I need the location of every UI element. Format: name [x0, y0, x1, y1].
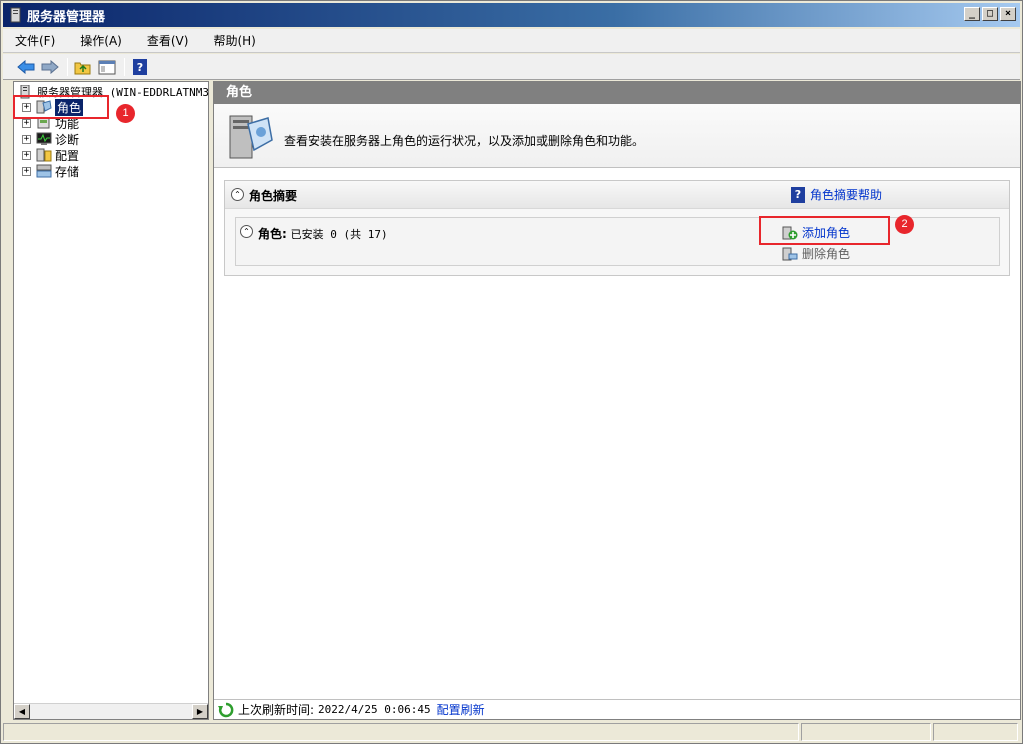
expand-icon[interactable]: +: [22, 150, 31, 160]
roles-status-label: 角色:: [258, 227, 287, 241]
console-tree: 服务器管理器 (WIN-EDDRLATNM3 + 角色 + 功能 + 诊断 + …: [13, 81, 209, 720]
menu-help[interactable]: 帮助(H): [209, 30, 259, 51]
minimize-button[interactable]: _: [964, 7, 980, 21]
refresh-bar: 上次刷新时间: 2022/4/25 0:06:45 配置刷新: [214, 699, 1020, 719]
details-pane: 角色 查看安装在服务器上角色的运行状况，以及添加或删除角色和功能。 ⌃ 角色摘要…: [213, 81, 1021, 720]
window-title: 服务器管理器: [27, 9, 106, 25]
tree-item-label: 配置: [55, 148, 80, 163]
storage-icon: [36, 164, 52, 178]
roles-intro: 查看安装在服务器上角色的运行状况，以及添加或删除角色和功能。: [214, 104, 1020, 168]
roles-status-value: 已安装 0 (共 17): [290, 228, 388, 241]
maximize-button[interactable]: □: [982, 7, 998, 21]
help-button[interactable]: ?: [129, 57, 151, 77]
toolbar: ?: [3, 54, 1020, 80]
roles-summary-header: ⌃ 角色摘要 ? 角色摘要帮助: [225, 181, 1009, 209]
roles-summary-section: ⌃ 角色摘要 ? 角色摘要帮助 ⌃ 角色: 已安装 0 (共 17) 添加角色 …: [224, 180, 1010, 276]
menu-action[interactable]: 操作(A): [76, 30, 126, 51]
server-manager-window: 服务器管理器 _ □ × 文件(F) 操作(A) 查看(V) 帮助(H) ? 服…: [0, 0, 1023, 744]
window-controls: _ □ ×: [964, 7, 1016, 21]
status-cell: [801, 723, 931, 741]
tree-item-storage[interactable]: + 存储: [22, 163, 79, 179]
tree-item-configuration[interactable]: + 配置: [22, 147, 79, 163]
refresh-icon: [218, 702, 234, 717]
up-level-button[interactable]: [72, 57, 94, 77]
tree-item-label: 诊断: [55, 132, 80, 147]
details-header: 角色: [214, 82, 1020, 104]
annotation-box-roles: [13, 95, 109, 119]
folder-up-icon: [74, 62, 91, 74]
configure-refresh-link[interactable]: 配置刷新: [437, 701, 485, 718]
last-refresh-label: 上次刷新时间:: [238, 703, 315, 717]
roles-summary-title: 角色摘要: [249, 189, 298, 203]
scroll-left-button[interactable]: ◀: [14, 704, 30, 719]
expand-icon[interactable]: +: [22, 118, 31, 128]
status-cell: [933, 723, 1018, 741]
remove-roles-label: 删除角色: [802, 247, 851, 261]
tree-item-label: 存储: [55, 164, 80, 179]
menu-view[interactable]: 查看(V): [143, 30, 193, 51]
title-bar: 服务器管理器 _ □ ×: [3, 3, 1020, 27]
menu-file[interactable]: 文件(F): [11, 30, 59, 51]
remove-roles-link[interactable]: 删除角色: [782, 245, 850, 262]
status-bar: [3, 723, 1020, 743]
roles-intro-text: 查看安装在服务器上角色的运行状况，以及添加或删除角色和功能。: [284, 134, 645, 148]
status-cell: [3, 723, 799, 741]
svg-text:?: ?: [137, 61, 143, 74]
annotation-box-add-roles: [759, 216, 890, 245]
tree-item-diagnostics[interactable]: + 诊断: [22, 131, 79, 147]
back-arrow-icon: [17, 59, 35, 74]
configuration-icon: [36, 148, 52, 162]
forward-arrow-icon: [41, 59, 59, 74]
roles-summary-help-link[interactable]: ? 角色摘要帮助: [791, 186, 882, 203]
collapse-roles-button[interactable]: ⌃: [240, 225, 253, 238]
scroll-right-button[interactable]: ▶: [192, 704, 208, 719]
forward-button[interactable]: [39, 57, 61, 77]
annotation-badge-1: 1: [116, 104, 135, 123]
server-icon: [10, 7, 21, 23]
expand-icon[interactable]: +: [22, 166, 31, 176]
roles-status: 角色: 已安装 0 (共 17): [258, 225, 388, 242]
help-icon: ?: [791, 186, 805, 203]
close-button[interactable]: ×: [1000, 7, 1016, 21]
collapse-summary-button[interactable]: ⌃: [231, 188, 244, 201]
expand-icon[interactable]: +: [22, 134, 31, 144]
last-refresh-time: 2022/4/25 0:06:45: [318, 703, 431, 716]
menu-bar: 文件(F) 操作(A) 查看(V) 帮助(H): [3, 29, 1020, 53]
toolbar-separator: [67, 57, 68, 76]
tree-horizontal-scrollbar[interactable]: ◀ ▶: [14, 703, 208, 719]
help-icon: ?: [133, 58, 147, 75]
console-tree-icon: [98, 60, 116, 74]
diagnostics-icon: [36, 132, 52, 145]
back-button[interactable]: [15, 57, 37, 77]
remove-role-icon: [782, 247, 798, 260]
help-link-label: 角色摘要帮助: [810, 188, 883, 202]
show-hide-console-tree-button[interactable]: [96, 57, 118, 77]
roles-server-icon: [229, 115, 273, 159]
annotation-badge-2: 2: [895, 215, 914, 234]
toolbar-separator: [124, 57, 125, 76]
